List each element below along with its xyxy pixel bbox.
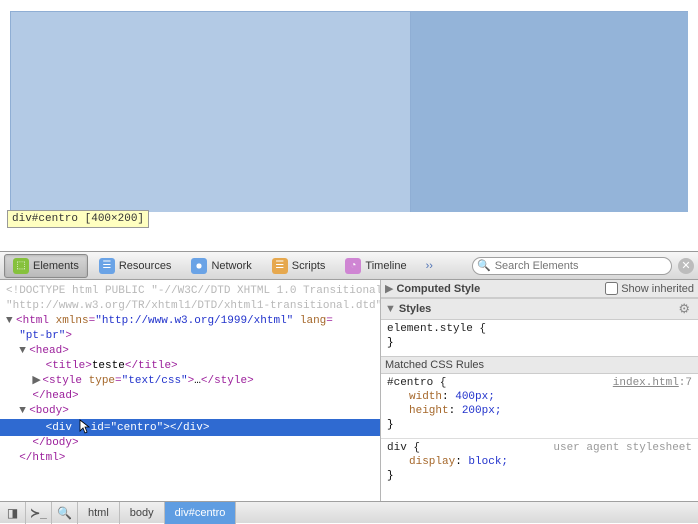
section-title: Matched CSS Rules bbox=[385, 359, 484, 371]
search-area: 🔍 ✕ bbox=[472, 257, 694, 275]
tab-elements[interactable]: ⬚ Elements bbox=[4, 254, 88, 278]
dom-node-html-close[interactable]: </html> bbox=[6, 451, 374, 466]
devtools-toolbar: ⬚ Elements ☰ Resources Network ☰ Scripts… bbox=[0, 252, 698, 280]
statusbar: ◨ ≻_ 🔍 html body div#centro bbox=[0, 501, 698, 523]
dom-node-selected[interactable]: <div id="centro"></div> bbox=[0, 419, 380, 436]
search-box[interactable]: 🔍 bbox=[472, 257, 672, 275]
expand-arrow-icon[interactable]: ▼ bbox=[19, 404, 29, 419]
breadcrumb-html[interactable]: html bbox=[78, 502, 120, 524]
elements-icon: ⬚ bbox=[13, 258, 29, 274]
section-title: Computed Style bbox=[396, 283, 480, 295]
tab-label: Scripts bbox=[292, 260, 326, 272]
show-inherited-toggle[interactable]: Show inherited bbox=[605, 282, 694, 295]
chevron-right-icon: ▶ bbox=[385, 282, 393, 295]
matched-rules-header: Matched CSS Rules bbox=[381, 356, 698, 374]
breadcrumb-body[interactable]: body bbox=[120, 502, 165, 524]
dom-node-body[interactable]: ▼<body> bbox=[6, 404, 374, 419]
search-input[interactable] bbox=[495, 260, 655, 272]
expand-arrow-icon[interactable]: ▶ bbox=[32, 374, 42, 389]
expand-arrow-icon[interactable]: ▼ bbox=[6, 314, 16, 329]
dom-node-body-close[interactable]: </body> bbox=[6, 436, 374, 451]
search-icon: 🔍 bbox=[477, 259, 491, 272]
tab-timeline[interactable]: ◔ Timeline bbox=[336, 254, 415, 278]
css-rule-centro[interactable]: index.html:7 #centro { width: 400px; hei… bbox=[381, 374, 698, 438]
styles-sidebar: ▶ Computed Style Show inherited ▼ Styles… bbox=[380, 280, 698, 501]
tab-label: Network bbox=[211, 260, 251, 272]
panes: <!DOCTYPE html PUBLIC "-//W3C//DTD XHTML… bbox=[0, 280, 698, 501]
element-style-rule[interactable]: element.style { } bbox=[381, 320, 698, 356]
network-icon bbox=[191, 258, 207, 274]
show-inherited-checkbox[interactable] bbox=[605, 282, 618, 295]
tab-resources[interactable]: ☰ Resources bbox=[90, 254, 181, 278]
dom-node-html[interactable]: ▼<html xmlns="http://www.w3.org/1999/xht… bbox=[6, 314, 374, 329]
tabs-overflow-button[interactable]: ›› bbox=[418, 260, 441, 272]
dom-node-head[interactable]: ▼<head> bbox=[6, 344, 374, 359]
dom-node-head-close[interactable]: </head> bbox=[6, 389, 374, 404]
timeline-icon: ◔ bbox=[345, 258, 361, 274]
css-prop-width[interactable]: width: 400px; bbox=[387, 390, 692, 404]
css-prop-display[interactable]: display: block; bbox=[387, 455, 692, 469]
dom-tree-pane[interactable]: <!DOCTYPE html PUBLIC "-//W3C//DTD XHTML… bbox=[0, 280, 380, 501]
css-rule-div-ua[interactable]: user agent stylesheet div { display: blo… bbox=[381, 438, 698, 489]
ua-stylesheet-label: user agent stylesheet bbox=[553, 441, 692, 455]
dock-button[interactable]: ◨ bbox=[0, 502, 26, 524]
dom-node-html-cont: "pt-br"> bbox=[6, 329, 374, 344]
chevron-down-icon: ▼ bbox=[385, 303, 396, 315]
section-title: Styles bbox=[399, 303, 431, 315]
breadcrumb-centro[interactable]: div#centro bbox=[165, 502, 237, 524]
console-button[interactable]: ≻_ bbox=[26, 502, 52, 524]
scripts-icon: ☰ bbox=[272, 258, 288, 274]
mouse-cursor-icon bbox=[79, 419, 91, 433]
styles-header[interactable]: ▼ Styles ⚙ bbox=[381, 298, 698, 320]
dom-node-style[interactable]: ▶<style type="text/css">…</style> bbox=[6, 374, 374, 389]
rule-source-link[interactable]: index.html:7 bbox=[613, 376, 692, 390]
expand-arrow-icon[interactable]: ▼ bbox=[19, 344, 29, 359]
highlighted-element-box bbox=[11, 12, 411, 212]
page-preview bbox=[10, 11, 688, 211]
tab-label: Elements bbox=[33, 260, 79, 272]
dom-node-title[interactable]: <title>teste</title> bbox=[6, 359, 374, 374]
tab-scripts[interactable]: ☰ Scripts bbox=[263, 254, 335, 278]
tab-label: Resources bbox=[119, 260, 172, 272]
devtools-window: ⬚ Elements ☰ Resources Network ☰ Scripts… bbox=[0, 251, 698, 523]
preview-background bbox=[411, 12, 688, 212]
element-dimensions-tooltip: div#centro [400×200] bbox=[7, 210, 149, 228]
tab-label: Timeline bbox=[365, 260, 406, 272]
doctype-line: <!DOCTYPE html PUBLIC "-//W3C//DTD XHTML… bbox=[6, 284, 374, 299]
css-prop-height[interactable]: height: 200px; bbox=[387, 404, 692, 418]
resources-icon: ☰ bbox=[99, 258, 115, 274]
inspect-button[interactable]: 🔍 bbox=[52, 502, 78, 524]
tab-network[interactable]: Network bbox=[182, 254, 260, 278]
computed-style-header[interactable]: ▶ Computed Style Show inherited bbox=[381, 280, 698, 298]
clear-search-button[interactable]: ✕ bbox=[678, 258, 694, 274]
gear-icon[interactable]: ⚙ bbox=[674, 301, 694, 317]
doctype-line: "http://www.w3.org/TR/xhtml1/DTD/xhtml1-… bbox=[6, 299, 374, 314]
